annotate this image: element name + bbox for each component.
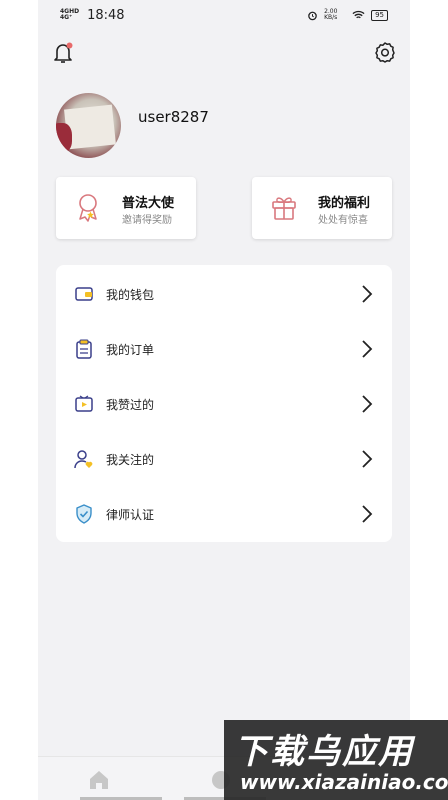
menu-label: 我的订单 [106, 343, 155, 357]
menu-item-orders[interactable]: 我的订单 [56, 321, 392, 376]
chevron-right-icon [362, 395, 373, 413]
gift-icon [272, 197, 296, 220]
welfare-card[interactable]: 我的福利 处处有惊喜 [252, 177, 392, 239]
network-speed: 2.00 KB/s [324, 8, 338, 21]
signal-indicator: 4GHD 4G⁺ [60, 8, 80, 21]
wifi-icon [352, 10, 365, 19]
status-time: 18:48 [87, 7, 125, 23]
watermark-title: 下载乌应用 [234, 732, 414, 772]
menu-label: 我赞过的 [106, 398, 155, 412]
avatar[interactable] [56, 93, 121, 158]
ambassador-card[interactable]: 普法大使 邀请得奖励 [56, 177, 196, 239]
following-user-icon [74, 450, 93, 469]
ambassador-title: 普法大使 [122, 196, 175, 211]
profile-header: user8287 [56, 93, 396, 159]
welfare-subtitle: 处处有惊喜 [318, 215, 368, 226]
liked-video-icon [75, 395, 93, 412]
menu-label: 律师认证 [106, 508, 155, 522]
menu-label: 我的钱包 [106, 288, 155, 302]
menu-label: 我关注的 [106, 453, 155, 467]
watermark: 下载乌应用 www.xiazainiao.com [224, 720, 448, 800]
welfare-title: 我的福利 [318, 196, 371, 211]
watermark-url: www.xiazainiao.com [240, 770, 448, 794]
menu-list: 我的钱包 我的订单 我赞过的 我关注的 律师认证 [56, 265, 392, 542]
home-icon[interactable] [88, 769, 110, 791]
order-clipboard-icon [76, 339, 92, 359]
wallet-icon [75, 287, 93, 301]
shield-check-icon [76, 504, 92, 524]
menu-item-following[interactable]: 我关注的 [56, 431, 392, 486]
alarm-icon [308, 11, 317, 20]
username: user8287 [138, 108, 209, 126]
notification-bell-icon[interactable] [50, 40, 76, 66]
profile-screen: 4GHD 4G⁺ 18:48 2.00 KB/s 95 user8287 普法大… [38, 0, 410, 800]
ambassador-subtitle: 邀请得奖励 [122, 215, 172, 226]
feature-cards: 普法大使 邀请得奖励 我的福利 处处有惊喜 [56, 177, 392, 239]
menu-item-liked[interactable]: 我赞过的 [56, 376, 392, 431]
chevron-right-icon [362, 505, 373, 523]
battery-indicator: 95 [371, 9, 388, 21]
top-bar [38, 38, 410, 68]
menu-item-lawyer-cert[interactable]: 律师认证 [56, 486, 392, 541]
chevron-right-icon [362, 285, 373, 303]
chevron-right-icon [362, 340, 373, 358]
status-right: 2.00 KB/s 95 [307, 9, 388, 21]
settings-gear-icon[interactable] [372, 40, 398, 66]
menu-item-wallet[interactable]: 我的钱包 [56, 266, 392, 321]
chevron-right-icon [362, 450, 373, 468]
status-bar: 4GHD 4G⁺ 18:48 2.00 KB/s 95 [38, 0, 410, 30]
ambassador-medal-icon [79, 194, 97, 222]
